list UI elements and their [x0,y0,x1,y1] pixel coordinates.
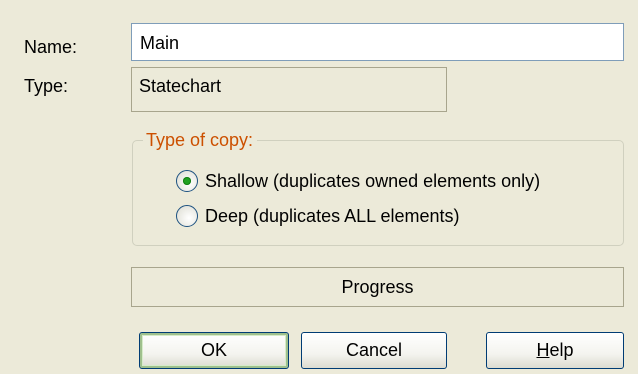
help-button[interactable]: Help [486,332,624,369]
radio-dot [183,177,191,185]
radio-unselected-icon[interactable] [176,205,198,227]
help-mnemonic: H [536,340,550,360]
radio-deep[interactable]: Deep (duplicates ALL elements) [176,203,459,229]
name-label: Name: [24,37,78,57]
radio-deep-label[interactable]: Deep (duplicates ALL elements) [205,206,459,227]
progress-bar: Progress [131,267,624,307]
radio-shallow-label[interactable]: Shallow (duplicates owned elements only) [205,171,540,192]
radio-shallow[interactable]: Shallow (duplicates owned elements only) [176,168,540,194]
type-field: Statechart [131,67,447,112]
help-label-rest: elp [549,340,574,360]
cancel-button[interactable]: Cancel [301,332,447,369]
name-input[interactable] [131,23,624,61]
radio-selected-icon[interactable] [176,170,198,192]
progress-label: Progress [341,276,414,297]
type-label: Type: [24,76,69,96]
copy-type-group-title: Type of copy: [143,130,258,150]
ok-button[interactable]: OK [139,332,289,369]
